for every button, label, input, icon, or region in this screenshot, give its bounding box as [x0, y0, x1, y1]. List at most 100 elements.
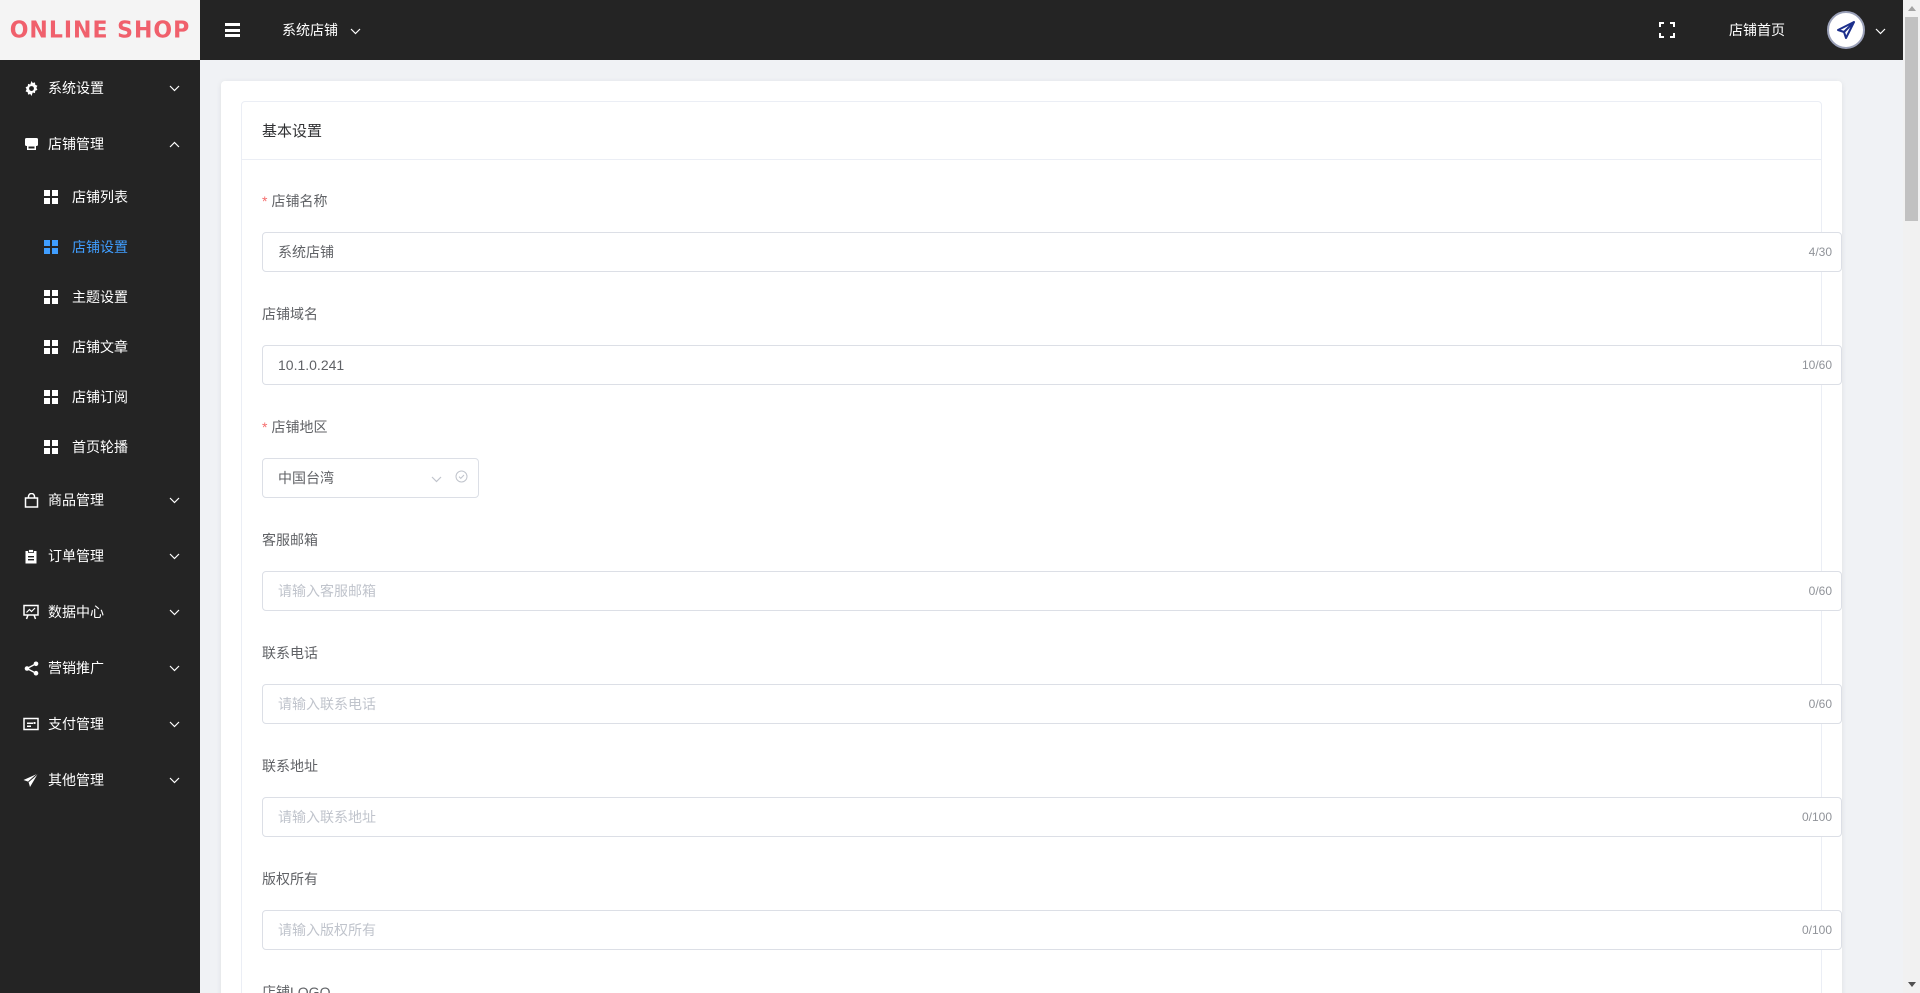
store-name-input[interactable]: 系统店铺 4/30 [262, 232, 1842, 272]
field-label: 版权所有 [262, 869, 1801, 889]
form-item-copyright: 版权所有 请输入版权所有 0/100 [262, 869, 1842, 950]
char-count: 0/60 [1808, 584, 1832, 598]
input-placeholder: 请输入版权所有 [278, 922, 376, 938]
grid-icon [44, 189, 59, 205]
form-item-store-logo: 店铺LOGO [262, 982, 1801, 993]
sidebar-item-store-management[interactable]: 店铺管理 [0, 116, 200, 172]
sidebar-item-store-settings[interactable]: 店铺设置 [0, 222, 200, 272]
paper-plane-icon [1837, 21, 1855, 39]
store-settings-form: * 店铺名称 系统店铺 4/30 店铺域名 10.1.0.241 10/60 *… [242, 191, 1842, 993]
sidebar-item-label: 店铺列表 [72, 189, 128, 205]
logo-text: ONLINE SHOP [9, 16, 191, 44]
char-count: 0/60 [1808, 697, 1832, 711]
input-placeholder: 请输入联系电话 [278, 696, 376, 712]
sidebar-item-system-settings[interactable]: 系统设置 [0, 60, 200, 116]
logo[interactable]: ONLINE SHOP [0, 0, 200, 60]
field-label: 店铺域名 [262, 304, 1801, 324]
sidebar-item-store-subscriptions[interactable]: 店铺订阅 [0, 372, 200, 422]
input-placeholder: 请输入客服邮箱 [278, 583, 376, 599]
field-label: * 店铺名称 [262, 191, 1801, 211]
sidebar-item-marketing[interactable]: 营销推广 [0, 640, 200, 696]
form-item-contact-phone: 联系电话 请输入联系电话 0/60 [262, 643, 1842, 724]
input-placeholder: 请输入联系地址 [278, 809, 376, 825]
shop-selector-dropdown[interactable]: 系统店铺 [282, 20, 361, 40]
sidebar-item-payment-management[interactable]: 支付管理 [0, 696, 200, 752]
chevron-down-icon [168, 718, 180, 730]
sidebar-item-label: 订单管理 [48, 548, 104, 564]
contact-phone-input[interactable]: 请输入联系电话 0/60 [262, 684, 1842, 724]
sidebar-item-label: 营销推广 [48, 660, 104, 676]
field-label-text: 店铺地区 [271, 419, 328, 435]
section-title: 基本设置 [242, 102, 1821, 160]
store-region-select[interactable]: 中国台湾 [262, 458, 479, 498]
topbar: 系统店铺 店铺首页 [200, 0, 1904, 60]
sidebar-item-label: 店铺订阅 [72, 389, 128, 405]
sidebar-item-label: 系统设置 [48, 80, 104, 96]
page-scrollbar[interactable] [1903, 0, 1920, 993]
input-value: 10.1.0.241 [278, 357, 345, 373]
sidebar-item-store-articles[interactable]: 店铺文章 [0, 322, 200, 372]
sidebar-item-label: 店铺设置 [72, 239, 128, 255]
service-email-input[interactable]: 请输入客服邮箱 0/60 [262, 571, 1842, 611]
field-label: 联系电话 [262, 643, 1801, 663]
sidebar-item-other-management[interactable]: 其他管理 [0, 752, 200, 808]
form-item-store-domain: 店铺域名 10.1.0.241 10/60 [262, 304, 1842, 385]
sidebar-item-data-center[interactable]: 数据中心 [0, 584, 200, 640]
presentation-chart-icon [23, 604, 39, 620]
char-count: 0/100 [1801, 810, 1832, 824]
field-label-text: 店铺LOGO [262, 984, 331, 993]
chevron-down-icon [168, 550, 180, 562]
gear-icon [23, 80, 39, 96]
grid-icon [44, 289, 59, 305]
input-value: 系统店铺 [278, 244, 334, 260]
circle-check-icon [455, 470, 468, 486]
form-item-contact-address: 联系地址 请输入联系地址 0/100 [262, 756, 1842, 837]
field-label: 联系地址 [262, 756, 1801, 776]
sidebar-item-theme-settings[interactable]: 主题设置 [0, 272, 200, 322]
chevron-down-icon [168, 82, 180, 94]
sidebar-item-label: 支付管理 [48, 716, 104, 732]
sidebar-item-home-carousel[interactable]: 首页轮播 [0, 422, 200, 472]
chevron-down-icon [168, 774, 180, 786]
field-label-text: 联系地址 [262, 758, 318, 774]
payment-card-icon [23, 716, 39, 732]
chevron-down-icon [168, 494, 180, 506]
chevron-down-icon [168, 662, 180, 674]
collapse-menu-icon[interactable] [225, 23, 240, 37]
sidebar-item-order-management[interactable]: 订单管理 [0, 528, 200, 584]
shopping-bag-icon [23, 492, 39, 508]
chevron-up-icon [168, 138, 180, 150]
field-label-text: 店铺域名 [262, 306, 318, 322]
field-label-text: 版权所有 [262, 871, 318, 887]
fullscreen-icon[interactable] [1659, 22, 1675, 38]
sidebar-menu: 系统设置 店铺管理 店铺列表 店铺设置 主题设置 店铺文章 店铺订阅 首页轮播 … [0, 60, 200, 808]
sidebar-item-label: 商品管理 [48, 492, 104, 508]
sidebar: ONLINE SHOP 系统设置 店铺管理 店铺列表 店铺设置 主题设置 店铺文… [0, 0, 200, 993]
main-content: 基本设置 * 店铺名称 系统店铺 4/30 店铺域名 10.1.0.241 10… [200, 60, 1904, 993]
sidebar-item-label: 数据中心 [48, 604, 104, 620]
scrollbar-thumb[interactable] [1905, 17, 1918, 221]
chevron-down-icon [431, 470, 442, 486]
scroll-up-arrow-icon[interactable] [1903, 0, 1920, 17]
scroll-down-arrow-icon[interactable] [1903, 976, 1920, 993]
field-label-text: 联系电话 [262, 645, 318, 661]
copyright-input[interactable]: 请输入版权所有 0/100 [262, 910, 1842, 950]
avatar[interactable] [1827, 11, 1865, 49]
sidebar-item-label: 其他管理 [48, 772, 104, 788]
field-label-text: 客服邮箱 [262, 532, 318, 548]
settings-card: 基本设置 * 店铺名称 系统店铺 4/30 店铺域名 10.1.0.241 10… [221, 81, 1842, 993]
contact-address-input[interactable]: 请输入联系地址 0/100 [262, 797, 1842, 837]
grid-icon [44, 439, 59, 455]
sidebar-item-store-list[interactable]: 店铺列表 [0, 172, 200, 222]
select-value: 中国台湾 [278, 470, 334, 486]
user-menu-chevron-icon[interactable] [1875, 22, 1886, 38]
store-icon [23, 136, 39, 152]
grid-icon [44, 389, 59, 405]
field-label: * 店铺地区 [262, 417, 1801, 437]
required-mark: * [262, 419, 268, 435]
store-home-link[interactable]: 店铺首页 [1729, 20, 1785, 40]
store-domain-input[interactable]: 10.1.0.241 10/60 [262, 345, 1842, 385]
share-icon [23, 660, 39, 676]
chevron-down-icon [168, 606, 180, 618]
sidebar-item-product-management[interactable]: 商品管理 [0, 472, 200, 528]
